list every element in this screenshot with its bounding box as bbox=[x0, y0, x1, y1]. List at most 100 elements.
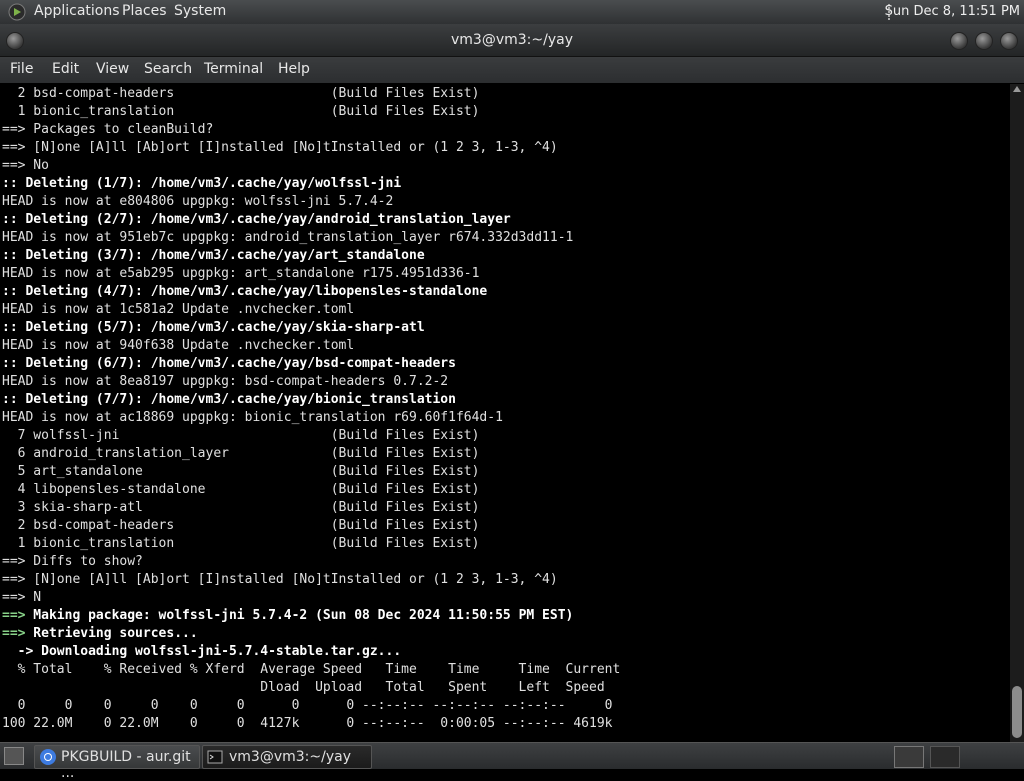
terminal-text: HEAD is now at 951eb7c upgpkg: android_t… bbox=[2, 230, 574, 245]
terminal-text: HEAD is now at ac18869 upgpkg: bionic_tr… bbox=[2, 410, 503, 425]
terminal-text: 4 libopensles-standalone (Build Files Ex… bbox=[2, 482, 480, 497]
terminal-line: :: Deleting (2/7): /home/vm3/.cache/yay/… bbox=[2, 211, 620, 229]
terminal-text: ==> Diffs to show? bbox=[2, 554, 143, 569]
terminal-text: 2 bsd-compat-headers (Build Files Exist) bbox=[2, 518, 480, 533]
taskbar-item-terminal[interactable]: vm3@vm3:~/yay bbox=[202, 745, 372, 769]
terminal-line: 7 wolfssl-jni (Build Files Exist) bbox=[2, 427, 620, 445]
bottom-panel: PKGBUILD - aur.git ... vm3@vm3:~/yay bbox=[0, 742, 1024, 781]
terminal-text: 3 skia-sharp-atl (Build Files Exist) bbox=[2, 500, 480, 515]
taskbar-item-browser[interactable]: PKGBUILD - aur.git ... bbox=[34, 745, 200, 781]
terminal-line: ==> N bbox=[2, 589, 620, 607]
terminal-bold-text: :: Deleting (7/7): /home/vm3/.cache/yay/… bbox=[2, 392, 456, 407]
terminal-text: 0 0 0 0 0 0 0 0 --:--:-- --:--:-- --:--:… bbox=[2, 698, 613, 713]
terminal-line: :: Deleting (5/7): /home/vm3/.cache/yay/… bbox=[2, 319, 620, 337]
terminal-text: 5 art_standalone (Build Files Exist) bbox=[2, 464, 480, 479]
minimize-button[interactable] bbox=[950, 32, 968, 50]
terminal-line: % Total % Received % Xferd Average Speed… bbox=[2, 661, 621, 679]
taskbar-item-label: vm3@vm3:~/yay bbox=[229, 749, 351, 765]
terminal-line: HEAD is now at 1c581a2 Update .nvchecker… bbox=[2, 301, 620, 319]
window-titlebar[interactable]: vm3@vm3:~/yay bbox=[0, 24, 1024, 57]
terminal-line: Dload Upload Total Spent Left Speed bbox=[2, 679, 620, 697]
terminal-line: 4 libopensles-standalone (Build Files Ex… bbox=[2, 481, 620, 499]
terminal-bold-text: Making package: wolfssl-jni 5.7.4-2 (Sun… bbox=[25, 608, 574, 623]
terminal-bold-text: :: Deleting (4/7): /home/vm3/.cache/yay/… bbox=[2, 284, 488, 299]
terminal-line: 2 bsd-compat-headers (Build Files Exist) bbox=[2, 85, 620, 103]
system-menu[interactable]: System bbox=[174, 3, 226, 19]
terminal-line: ==> Retrieving sources... bbox=[2, 625, 620, 643]
workspace-switcher-2[interactable] bbox=[930, 746, 960, 768]
maximize-button[interactable] bbox=[975, 32, 993, 50]
terminal-bold-text: :: Deleting (6/7): /home/vm3/.cache/yay/… bbox=[2, 356, 456, 371]
applications-menu[interactable]: Applications bbox=[34, 3, 120, 19]
terminal-line: ==> Packages to cleanBuild? bbox=[2, 121, 620, 139]
terminal-line: ==> Making package: wolfssl-jni 5.7.4-2 … bbox=[2, 607, 620, 625]
terminal-scrollbar[interactable] bbox=[1010, 84, 1024, 742]
places-menu[interactable]: Places bbox=[122, 3, 167, 19]
workspace-switcher-1[interactable] bbox=[894, 746, 924, 768]
window-title: vm3@vm3:~/yay bbox=[451, 32, 573, 48]
terminal-icon bbox=[207, 750, 223, 764]
prompt-arrow: ==> bbox=[2, 608, 26, 623]
terminal-line: :: Deleting (4/7): /home/vm3/.cache/yay/… bbox=[2, 283, 620, 301]
terminal-text: 7 wolfssl-jni (Build Files Exist) bbox=[2, 428, 480, 443]
terminal-line: 5 art_standalone (Build Files Exist) bbox=[2, 463, 620, 481]
terminal-text: 6 android_translation_layer (Build Files… bbox=[2, 446, 480, 461]
prompt-arrow: ==> bbox=[2, 626, 26, 641]
terminal-line: HEAD is now at 940f638 Update .nvchecker… bbox=[2, 337, 620, 355]
clock[interactable]: Sun Dec 8, 11:51 PM bbox=[885, 4, 1020, 19]
terminal-text: Dload Upload Total Spent Left Speed bbox=[2, 680, 605, 695]
terminal-text: ==> [N]one [A]ll [Ab]ort [I]nstalled [No… bbox=[2, 140, 558, 155]
terminal-bold-text: :: Deleting (1/7): /home/vm3/.cache/yay/… bbox=[2, 176, 402, 191]
terminal-text: HEAD is now at 1c581a2 Update .nvchecker… bbox=[2, 302, 355, 317]
terminal-line: 6 android_translation_layer (Build Files… bbox=[2, 445, 620, 463]
terminal-text: ==> Packages to cleanBuild? bbox=[2, 122, 214, 137]
terminal-bold-text: :: Deleting (3/7): /home/vm3/.cache/yay/… bbox=[2, 248, 425, 263]
terminal-line: :: Deleting (7/7): /home/vm3/.cache/yay/… bbox=[2, 391, 620, 409]
terminal-line: -> Downloading wolfssl-jni-5.7.4-stable.… bbox=[2, 643, 620, 661]
terminal-text: 1 bionic_translation (Build Files Exist) bbox=[2, 104, 480, 119]
terminal-lines: 2 bsd-compat-headers (Build Files Exist)… bbox=[2, 85, 620, 733]
show-desktop-icon[interactable] bbox=[4, 747, 24, 765]
menu-edit[interactable]: Edit bbox=[52, 61, 79, 77]
terminal-line: HEAD is now at 951eb7c upgpkg: android_t… bbox=[2, 229, 620, 247]
terminal-bold-text: :: Deleting (5/7): /home/vm3/.cache/yay/… bbox=[2, 320, 425, 335]
terminal-text: HEAD is now at e5ab295 upgpkg: art_stand… bbox=[2, 266, 480, 281]
top-panel: Applications Places System Sun Dec 8, 11… bbox=[0, 0, 1024, 24]
menu-file[interactable]: File bbox=[10, 61, 33, 77]
terminal-bold-text: :: Deleting (2/7): /home/vm3/.cache/yay/… bbox=[2, 212, 511, 227]
gnome-foot-icon[interactable] bbox=[8, 3, 26, 21]
close-button[interactable] bbox=[1000, 32, 1018, 50]
terminal-text: ==> No bbox=[2, 158, 49, 173]
terminal-line: :: Deleting (1/7): /home/vm3/.cache/yay/… bbox=[2, 175, 620, 193]
menubar: File Edit View Search Terminal Help bbox=[0, 57, 1024, 83]
terminal-text: 2 bsd-compat-headers (Build Files Exist) bbox=[2, 86, 480, 101]
terminal-text: % Total % Received % Xferd Average Speed… bbox=[2, 662, 621, 677]
terminal-text: ==> N bbox=[2, 590, 42, 605]
terminal-bold-text: Retrieving sources... bbox=[25, 626, 198, 641]
terminal-line: 1 bionic_translation (Build Files Exist) bbox=[2, 103, 620, 121]
terminal-line: HEAD is now at ac18869 upgpkg: bionic_tr… bbox=[2, 409, 620, 427]
terminal-line: HEAD is now at e5ab295 upgpkg: art_stand… bbox=[2, 265, 620, 283]
terminal-line: 1 bionic_translation (Build Files Exist) bbox=[2, 535, 620, 553]
chromium-icon bbox=[40, 749, 56, 765]
menu-terminal[interactable]: Terminal bbox=[204, 61, 263, 77]
terminal-text: HEAD is now at 940f638 Update .nvchecker… bbox=[2, 338, 355, 353]
menu-search[interactable]: Search bbox=[144, 61, 192, 77]
terminal-bold-text: -> Downloading wolfssl-jni-5.7.4-stable.… bbox=[2, 644, 402, 659]
terminal-line: 0 0 0 0 0 0 0 0 --:--:-- --:--:-- --:--:… bbox=[2, 697, 620, 715]
menu-help[interactable]: Help bbox=[278, 61, 310, 77]
terminal-text: HEAD is now at e804806 upgpkg: wolfssl-j… bbox=[2, 194, 394, 209]
terminal-line: :: Deleting (6/7): /home/vm3/.cache/yay/… bbox=[2, 355, 620, 373]
terminal-line: 100 22.0M 0 22.0M 0 0 4127k 0 --:--:-- 0… bbox=[2, 715, 620, 733]
terminal-line: ==> [N]one [A]ll [Ab]ort [I]nstalled [No… bbox=[2, 571, 620, 589]
terminal-line: 2 bsd-compat-headers (Build Files Exist) bbox=[2, 517, 620, 535]
taskbar-item-label: PKGBUILD - aur.git ... bbox=[61, 749, 191, 781]
scroll-up-arrow-icon[interactable] bbox=[1013, 86, 1021, 92]
terminal-text: HEAD is now at 8ea8197 upgpkg: bsd-compa… bbox=[2, 374, 449, 389]
terminal-line: HEAD is now at e804806 upgpkg: wolfssl-j… bbox=[2, 193, 620, 211]
scrollbar-thumb[interactable] bbox=[1012, 686, 1022, 738]
menu-view[interactable]: View bbox=[96, 61, 129, 77]
terminal-line: ==> [N]one [A]ll [Ab]ort [I]nstalled [No… bbox=[2, 139, 620, 157]
terminal-output[interactable]: 2 bsd-compat-headers (Build Files Exist)… bbox=[0, 84, 1010, 742]
terminal-line: ==> Diffs to show? bbox=[2, 553, 620, 571]
